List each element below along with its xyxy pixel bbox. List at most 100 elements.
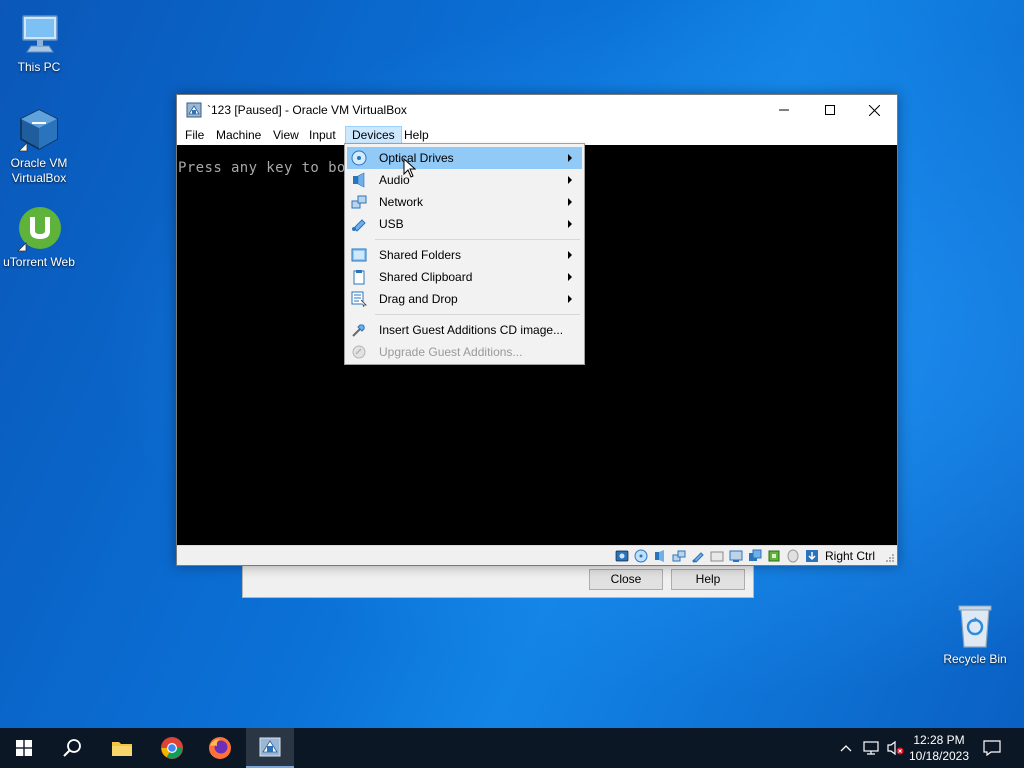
menu-item-label: Shared Folders [379, 248, 462, 262]
taskbar: 12:28 PM 10/18/2023 [0, 728, 1024, 768]
desktop-icon-label: uTorrent Web [3, 255, 75, 269]
virtualbox-icon [259, 737, 281, 757]
clock-date: 10/18/2023 [908, 749, 970, 763]
desktop-icon-recycle-bin[interactable]: Recycle Bin [935, 602, 1015, 667]
guest-additions-icon [352, 324, 365, 337]
hard-disk-icon[interactable] [614, 548, 630, 564]
menu-input[interactable]: Input [303, 126, 342, 145]
submenu-arrow-icon [568, 251, 572, 259]
notification-icon [983, 740, 1001, 756]
desktop-icon-label: Recycle Bin [943, 652, 1007, 666]
menu-item-optical-drives[interactable]: Optical Drives [347, 147, 582, 169]
maximize-icon [825, 105, 835, 115]
action-center-button[interactable] [978, 728, 1006, 768]
recycle-bin-icon [951, 602, 999, 650]
shared-folders-icon [351, 248, 367, 262]
window-title: `123 [Paused] - Oracle VM VirtualBox [207, 103, 407, 117]
mouse-integration-icon[interactable] [785, 548, 801, 564]
menu-item-network[interactable]: Network [347, 191, 582, 213]
mouse-cursor-icon [403, 158, 417, 178]
utorrent-icon [15, 205, 63, 253]
audio-icon [353, 172, 365, 188]
menu-item-label: Insert Guest Additions CD image... [379, 323, 564, 337]
network-icon[interactable] [671, 548, 687, 564]
menu-separator [375, 314, 580, 315]
display-icon[interactable] [728, 548, 744, 564]
background-dialog: Close Help [242, 562, 754, 598]
resize-grip-icon[interactable] [885, 553, 895, 563]
shared-folders-icon[interactable] [709, 548, 725, 564]
menu-machine[interactable]: Machine [210, 126, 267, 145]
menu-item-audio[interactable]: Audio [347, 169, 582, 191]
menu-separator [375, 239, 580, 240]
upgrade-icon [352, 345, 366, 359]
optical-disc-icon[interactable] [633, 548, 649, 564]
menu-item-insert-guest-additions[interactable]: Insert Guest Additions CD image... [347, 319, 582, 341]
submenu-arrow-icon [568, 198, 572, 206]
menu-item-label: Network [379, 195, 424, 209]
network-tray-button[interactable] [860, 728, 882, 768]
minimize-icon [779, 109, 789, 111]
chrome-icon [161, 737, 183, 759]
search-icon [63, 739, 81, 757]
audio-icon[interactable] [652, 548, 668, 564]
menu-item-shared-clipboard[interactable]: Shared Clipboard [347, 266, 582, 288]
host-key-label: Right Ctrl [824, 549, 875, 563]
chevron-up-icon [840, 745, 852, 752]
clipboard-icon [353, 270, 365, 285]
clock-time: 12:28 PM [913, 733, 965, 747]
taskbar-chrome[interactable] [148, 728, 196, 768]
menu-item-drag-and-drop[interactable]: Drag and Drop [347, 288, 582, 310]
desktop-icon-utorrent[interactable]: uTorrent Web [0, 205, 79, 270]
submenu-arrow-icon [568, 273, 572, 281]
keyboard-capture-icon[interactable] [804, 548, 820, 564]
cpu-icon[interactable] [766, 548, 782, 564]
virtualbox-icon [15, 106, 63, 154]
usb-icon[interactable] [690, 548, 706, 564]
taskbar-file-explorer[interactable] [98, 728, 146, 768]
close-window-button[interactable] [851, 95, 897, 125]
close-icon [868, 104, 880, 116]
volume-tray-button[interactable] [884, 728, 906, 768]
volume-muted-icon [887, 740, 904, 756]
maximize-button[interactable] [807, 95, 853, 125]
console-text: Press any key to bo [178, 160, 346, 176]
menu-item-shared-folders[interactable]: Shared Folders [347, 244, 582, 266]
virtualbox-app-icon[interactable] [186, 102, 202, 118]
desktop-icon-this-pc[interactable]: This PC [0, 10, 79, 75]
show-hidden-icons-button[interactable] [836, 728, 856, 768]
minimize-button[interactable] [761, 95, 807, 125]
search-button[interactable] [48, 728, 96, 768]
network-tray-icon [863, 741, 879, 755]
title-bar[interactable]: `123 [Paused] - Oracle VM VirtualBox [177, 95, 897, 125]
taskbar-clock[interactable]: 12:28 PM 10/18/2023 [904, 732, 974, 764]
usb-icon [352, 219, 366, 232]
desktop-icon-label: This PC [17, 60, 61, 74]
desktop-icon-virtualbox[interactable]: Oracle VM VirtualBox [0, 106, 79, 186]
menu-file[interactable]: File [179, 126, 210, 145]
close-button[interactable]: Close [589, 569, 663, 590]
taskbar-firefox[interactable] [196, 728, 244, 768]
menu-item-label: USB [379, 217, 404, 231]
taskbar-virtualbox[interactable] [246, 728, 294, 768]
menu-bar: File Machine View Input Devices Help [177, 125, 897, 145]
monitor-icon [15, 10, 63, 58]
help-button[interactable]: Help [671, 569, 745, 590]
video-capture-icon[interactable] [747, 548, 763, 564]
firefox-icon [209, 737, 231, 759]
menu-item-upgrade-guest-additions: Upgrade Guest Additions... [347, 341, 582, 363]
start-button[interactable] [0, 728, 48, 768]
menu-item-label: Shared Clipboard [379, 270, 473, 284]
network-icon [351, 195, 367, 209]
menu-item-usb[interactable]: USB [347, 213, 582, 235]
submenu-arrow-icon [568, 176, 572, 184]
devices-menu: Optical Drives Audio Network USB Shared … [344, 143, 585, 365]
submenu-arrow-icon [568, 295, 572, 303]
desktop-icon-label: Oracle VM VirtualBox [10, 156, 68, 185]
drag-drop-icon [351, 291, 367, 307]
optical-disc-icon [351, 150, 367, 166]
menu-view[interactable]: View [267, 126, 305, 145]
submenu-arrow-icon [568, 154, 572, 162]
submenu-arrow-icon [568, 220, 572, 228]
folder-icon [112, 742, 132, 756]
